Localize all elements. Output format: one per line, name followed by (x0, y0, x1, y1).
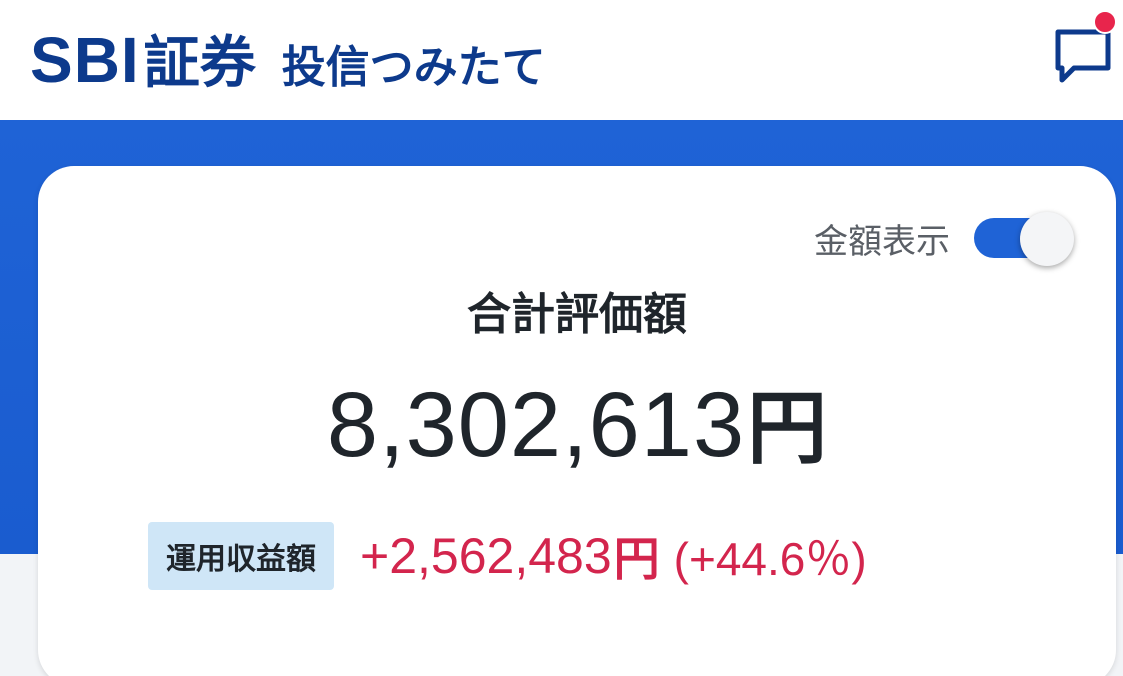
brand-kanji: 証券 (143, 31, 256, 96)
notification-badge (1093, 10, 1117, 34)
profit-amount: +2,562,483 (360, 528, 612, 584)
summary-card: 金額表示 合計評価額 8,302,613円 運用収益額 +2,562,483 円… (38, 166, 1116, 676)
amount-display-label: 金額表示 (814, 221, 950, 262)
total-amount: 8,302,613 (326, 374, 746, 476)
amount-display-toggle[interactable] (974, 212, 1074, 266)
app-header: SBI 証券 投信つみたて (0, 0, 1123, 120)
profit-label-badge: 運用収益額 (148, 522, 334, 590)
amount-display-toggle-row: 金額表示 (814, 212, 1074, 266)
brand-logo: SBI 証券 投信つみたて (30, 18, 546, 99)
profit-unit: 円 (613, 532, 660, 586)
brand-latin: SBI (30, 24, 140, 96)
total-value: 8,302,613円 (38, 364, 1116, 480)
profit-row: 運用収益額 +2,562,483 円 (+44.6％) (148, 522, 867, 590)
profit-percent: (+44.6％) (673, 533, 867, 585)
page-title: 投信つみたて (281, 42, 546, 93)
toggle-knob (1020, 212, 1074, 266)
total-value-label: 合計評価額 (467, 289, 687, 340)
total-unit: 円 (747, 382, 828, 475)
